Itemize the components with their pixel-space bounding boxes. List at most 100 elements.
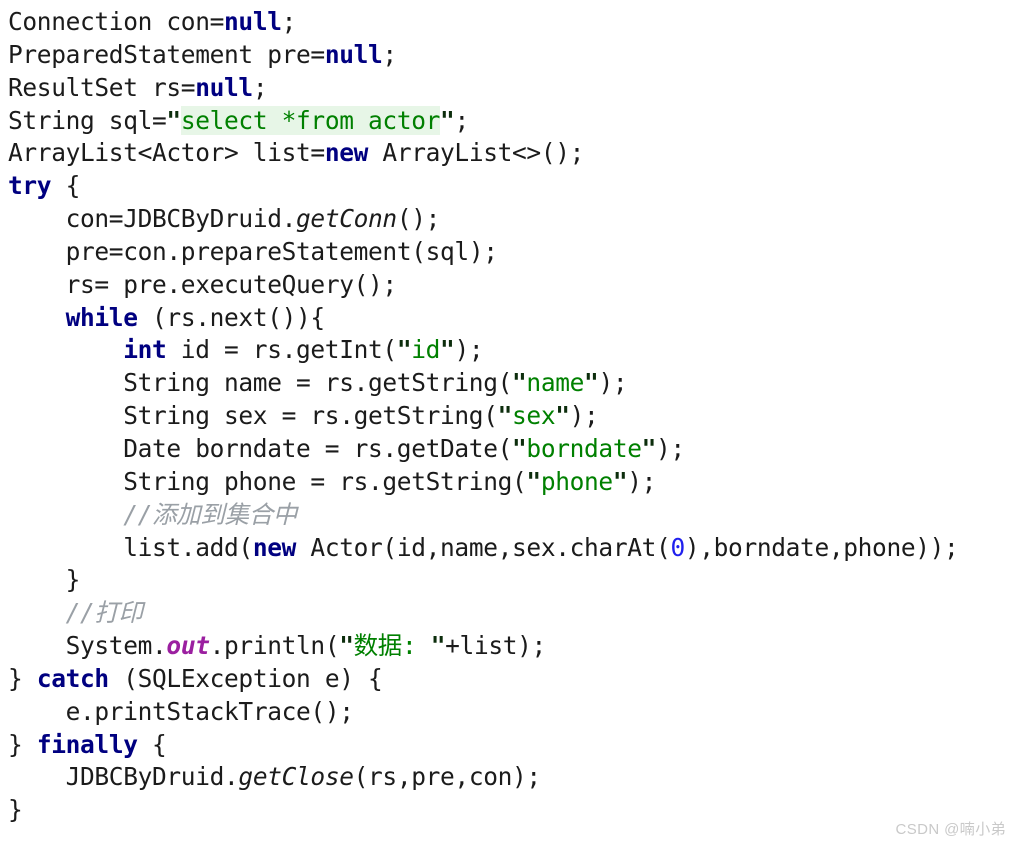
code-token-plain: pre=con.prepareStatement(sql); <box>65 236 498 266</box>
code-token-kw: try <box>8 171 52 201</box>
code-token-strq: " <box>641 433 657 463</box>
code-token-plain: } <box>8 729 37 759</box>
code-line[interactable]: String phone = rs.getString("phone"); <box>8 466 1018 499</box>
code-token-plain: ArrayList<Actor> list= <box>8 138 325 168</box>
code-line[interactable]: PreparedStatement pre=null; <box>8 39 1018 72</box>
code-token-plain: (rs.next()){ <box>137 302 325 332</box>
code-line[interactable]: e.printStackTrace(); <box>8 696 1018 729</box>
code-token-plain: ; <box>252 72 268 102</box>
code-line[interactable]: String name = rs.getString("name"); <box>8 367 1018 400</box>
code-token-plain: String name = rs.getString( <box>123 368 513 398</box>
code-token-plain: { <box>137 729 167 759</box>
code-token-plain: ); <box>656 433 685 463</box>
code-line[interactable]: list.add(new Actor(id,name,sex.charAt(0)… <box>8 532 1018 565</box>
code-line[interactable]: } finally { <box>8 729 1018 762</box>
code-line[interactable]: ArrayList<Actor> list=new ArrayList<>(); <box>8 137 1018 170</box>
code-line[interactable]: String sql="select *from actor"; <box>8 105 1018 138</box>
code-token-plain: } <box>65 565 81 595</box>
code-line[interactable]: rs= pre.executeQuery(); <box>8 269 1018 302</box>
code-token-strq: " <box>612 466 628 496</box>
code-token-plain: (); <box>396 204 441 234</box>
code-token-plain: ArrayList<>(); <box>368 138 585 168</box>
code-token-kw: null <box>195 72 253 102</box>
code-token-plain: Date borndate = rs.getDate( <box>123 433 513 463</box>
code-token-kw: while <box>65 302 138 332</box>
code-token-plain: JDBCByDruid. <box>65 762 239 792</box>
code-token-kw: null <box>324 39 383 69</box>
code-token-plain: con=JDBCByDruid. <box>65 204 297 234</box>
code-line[interactable]: while (rs.next()){ <box>8 302 1018 335</box>
code-token-plain: ); <box>569 401 599 431</box>
code-line[interactable]: System.out.println("数据: "+list); <box>8 630 1018 663</box>
code-token-plain: String sex = rs.getString( <box>123 401 498 431</box>
code-line[interactable]: Date borndate = rs.getDate("borndate"); <box>8 433 1018 466</box>
code-token-method: getConn <box>296 204 397 234</box>
code-line[interactable]: } catch (SQLException e) { <box>8 663 1018 696</box>
code-editor[interactable]: Connection con=null; PreparedStatement pr… <box>0 0 1018 849</box>
code-token-plain: String sql= <box>8 105 167 135</box>
code-token-plain: ); <box>598 368 628 398</box>
code-token-plain: Connection con= <box>8 7 225 36</box>
code-token-strq: " <box>497 401 513 431</box>
code-token-plain: Actor(id,name,sex.charAt( <box>296 532 671 562</box>
code-line[interactable]: //打印 <box>8 597 1018 630</box>
code-token-strq: " <box>512 368 527 398</box>
code-token-plain: System. <box>65 631 167 661</box>
code-line[interactable]: Connection con=null; <box>8 6 1018 39</box>
code-line[interactable]: con=JDBCByDruid.getConn(); <box>8 203 1018 236</box>
code-token-plain: { <box>51 171 81 201</box>
code-token-strq: " <box>339 631 354 661</box>
code-token-plain: id = rs.getInt( <box>166 335 397 365</box>
code-line[interactable]: pre=con.prepareStatement(sql); <box>8 236 1018 269</box>
code-line[interactable]: //添加到集合中 <box>8 499 1018 532</box>
code-token-str: phone <box>540 466 613 496</box>
code-token-plain: ),borndate,phone)); <box>684 532 959 562</box>
code-token-strq: " <box>555 401 570 431</box>
code-token-strq: " <box>396 335 412 365</box>
code-line[interactable]: } <box>8 564 1018 597</box>
code-token-plain: ; <box>281 7 297 36</box>
code-token-plain: ; <box>454 105 469 135</box>
code-token-sql: select *from actor <box>180 105 441 135</box>
code-token-strq: " <box>166 105 181 135</box>
code-token-plain: (SQLException e) { <box>108 663 383 693</box>
code-token-static: out <box>166 631 210 661</box>
code-token-kw: null <box>224 7 282 36</box>
code-token-plain: ); <box>454 335 484 365</box>
code-line[interactable]: try { <box>8 170 1018 203</box>
code-lines-container[interactable]: Connection con=null; PreparedStatement pr… <box>8 6 1018 827</box>
code-token-plain: } <box>8 795 23 825</box>
code-line[interactable]: JDBCByDruid.getClose(rs,pre,con); <box>8 761 1018 794</box>
code-line[interactable]: String sex = rs.getString("sex"); <box>8 400 1018 433</box>
code-token-plain: .println( <box>209 631 340 661</box>
code-token-plain: rs= pre.executeQuery(); <box>65 269 398 299</box>
code-token-strq: " <box>526 466 541 496</box>
code-token-cmt: //添加到集合中 <box>123 499 297 529</box>
code-token-method: getClose <box>238 762 354 792</box>
code-token-plain: (rs,pre,con); <box>353 762 542 792</box>
code-token-plain: ); <box>627 466 657 496</box>
code-line[interactable]: } <box>8 794 1018 827</box>
code-line[interactable]: int id = rs.getInt("id"); <box>8 334 1018 367</box>
code-token-plain: ResultSet rs= <box>8 72 196 102</box>
code-token-kw: finally <box>36 729 138 759</box>
code-token-strq: " <box>584 368 599 398</box>
code-token-num: 0 <box>670 532 685 562</box>
code-token-str: 数据: <box>353 631 431 661</box>
code-line[interactable]: ResultSet rs=null; <box>8 72 1018 105</box>
code-token-plain: e.printStackTrace(); <box>65 696 354 726</box>
code-token-plain: PreparedStatement pre= <box>8 39 325 69</box>
